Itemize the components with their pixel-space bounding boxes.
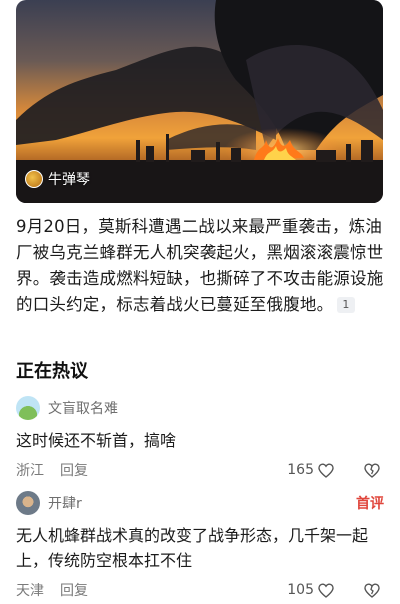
broken-heart-icon — [364, 462, 380, 478]
like-count: 165 — [287, 462, 314, 478]
comment-item: 文盲取名难 这时候还不斩首，搞啥 浙江 回复 165 — [16, 396, 384, 481]
avatar[interactable] — [16, 396, 40, 420]
reply-button[interactable]: 回复 — [60, 580, 287, 600]
hot-discussion-heading: 正在热议 — [16, 361, 88, 382]
comment-location: 天津 — [16, 583, 44, 599]
like-button[interactable]: 105 — [287, 582, 334, 598]
heart-icon — [318, 582, 334, 598]
first-comment-badge: 首评 — [356, 496, 384, 512]
comment-username[interactable]: 开肆r — [48, 493, 356, 513]
comment-item: 开肆r 首评 无人机蜂群战术真的改变了战争形态，几千架一起上，传统防空根本扛不住… — [16, 491, 384, 601]
dislike-button[interactable] — [364, 462, 380, 478]
heart-icon — [318, 462, 334, 478]
comment-text: 这时候还不斩首，搞啥 — [16, 431, 177, 450]
like-count: 105 — [287, 582, 314, 598]
comment-username[interactable]: 文盲取名难 — [48, 398, 384, 418]
citation-badge[interactable]: 1 — [337, 297, 355, 313]
article-body: 9月20日，莫斯科遭遇二战以来最严重袭击，炼油厂被乌克兰蜂群无人机突袭起火，黑烟… — [16, 214, 384, 318]
source-avatar — [25, 170, 43, 188]
source-name: 牛弹琴 — [48, 172, 90, 188]
dislike-button[interactable] — [364, 582, 380, 598]
image-source-label: 牛弹琴 — [25, 168, 90, 190]
like-button[interactable]: 165 — [287, 462, 334, 478]
broken-heart-icon — [364, 582, 380, 598]
comment-location: 浙江 — [16, 463, 44, 479]
avatar[interactable] — [16, 491, 40, 515]
article-text: 9月20日，莫斯科遭遇二战以来最严重袭击，炼油厂被乌克兰蜂群无人机突袭起火，黑烟… — [16, 217, 384, 314]
article-hero-image[interactable]: 牛弹琴 — [16, 0, 383, 203]
reply-button[interactable]: 回复 — [60, 460, 287, 480]
comment-text: 无人机蜂群战术真的改变了战争形态，几千架一起上，传统防空根本扛不住 — [16, 526, 369, 570]
